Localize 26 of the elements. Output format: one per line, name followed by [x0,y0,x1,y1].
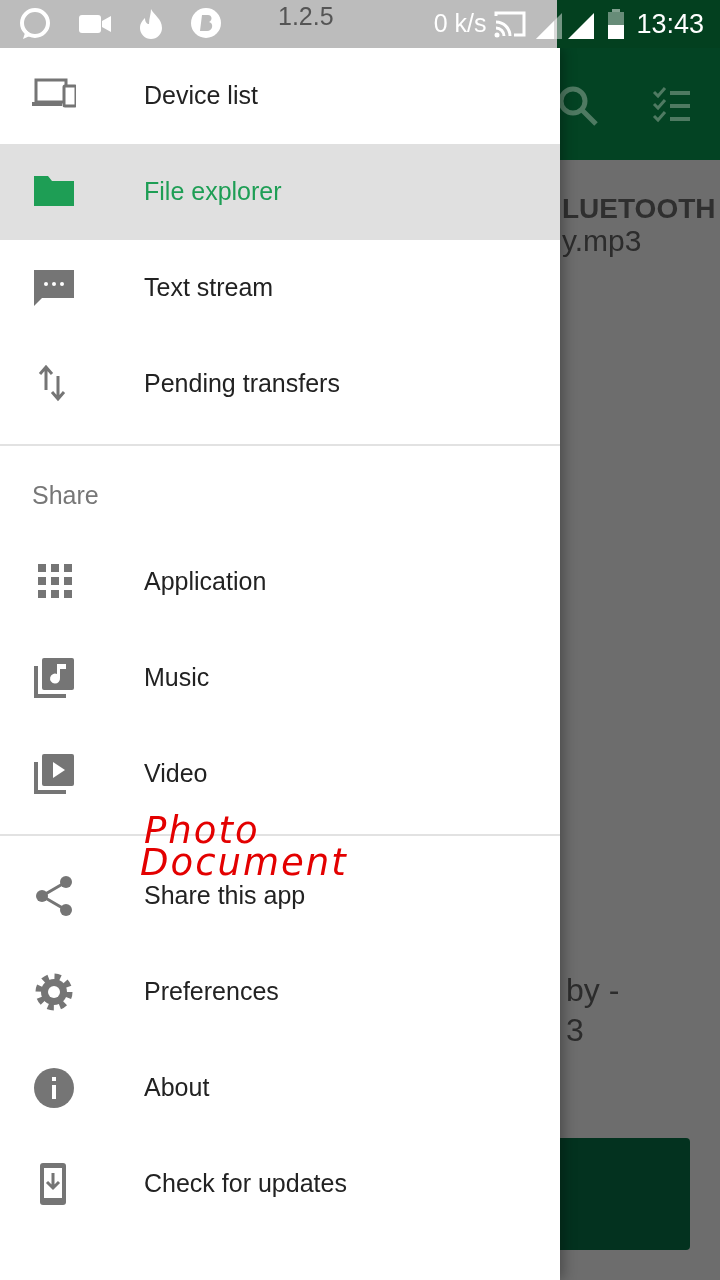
file-name-text: 3 [566,1011,584,1050]
drawer-item[interactable]: Music [144,664,210,692]
drawer-item[interactable]: Check for updates [144,1170,347,1198]
drawer-item[interactable]: Share this app [144,882,306,910]
handwritten-note: Photo [144,815,260,847]
info-icon [32,1066,76,1110]
drawer-item[interactable]: Text stream [144,274,274,302]
drawer-item[interactable]: Pending transfers [144,370,340,398]
battery-icon [608,9,625,39]
handwritten-note: Document [140,847,348,879]
drawer-item[interactable]: Preferences [144,978,279,1006]
letter-circle-icon [190,7,222,41]
music-library-icon [32,656,76,700]
clock: 13:43 [636,7,704,41]
drawer-item[interactable]: Application [144,568,267,596]
drawer-item[interactable]: Device list [144,82,258,110]
network-speed: 0 k/s [433,8,487,40]
section-header: Share [31,480,100,512]
chat-bubble-icon [18,7,52,41]
video-library-icon [32,752,76,796]
app-version: 1.2.5 [278,1,334,33]
flame-icon [138,7,164,41]
file-name-text: by - [566,971,620,1010]
drawer-item[interactable]: About [144,1074,210,1102]
cast-icon [494,10,527,38]
drawer-item[interactable]: Video [144,760,208,788]
